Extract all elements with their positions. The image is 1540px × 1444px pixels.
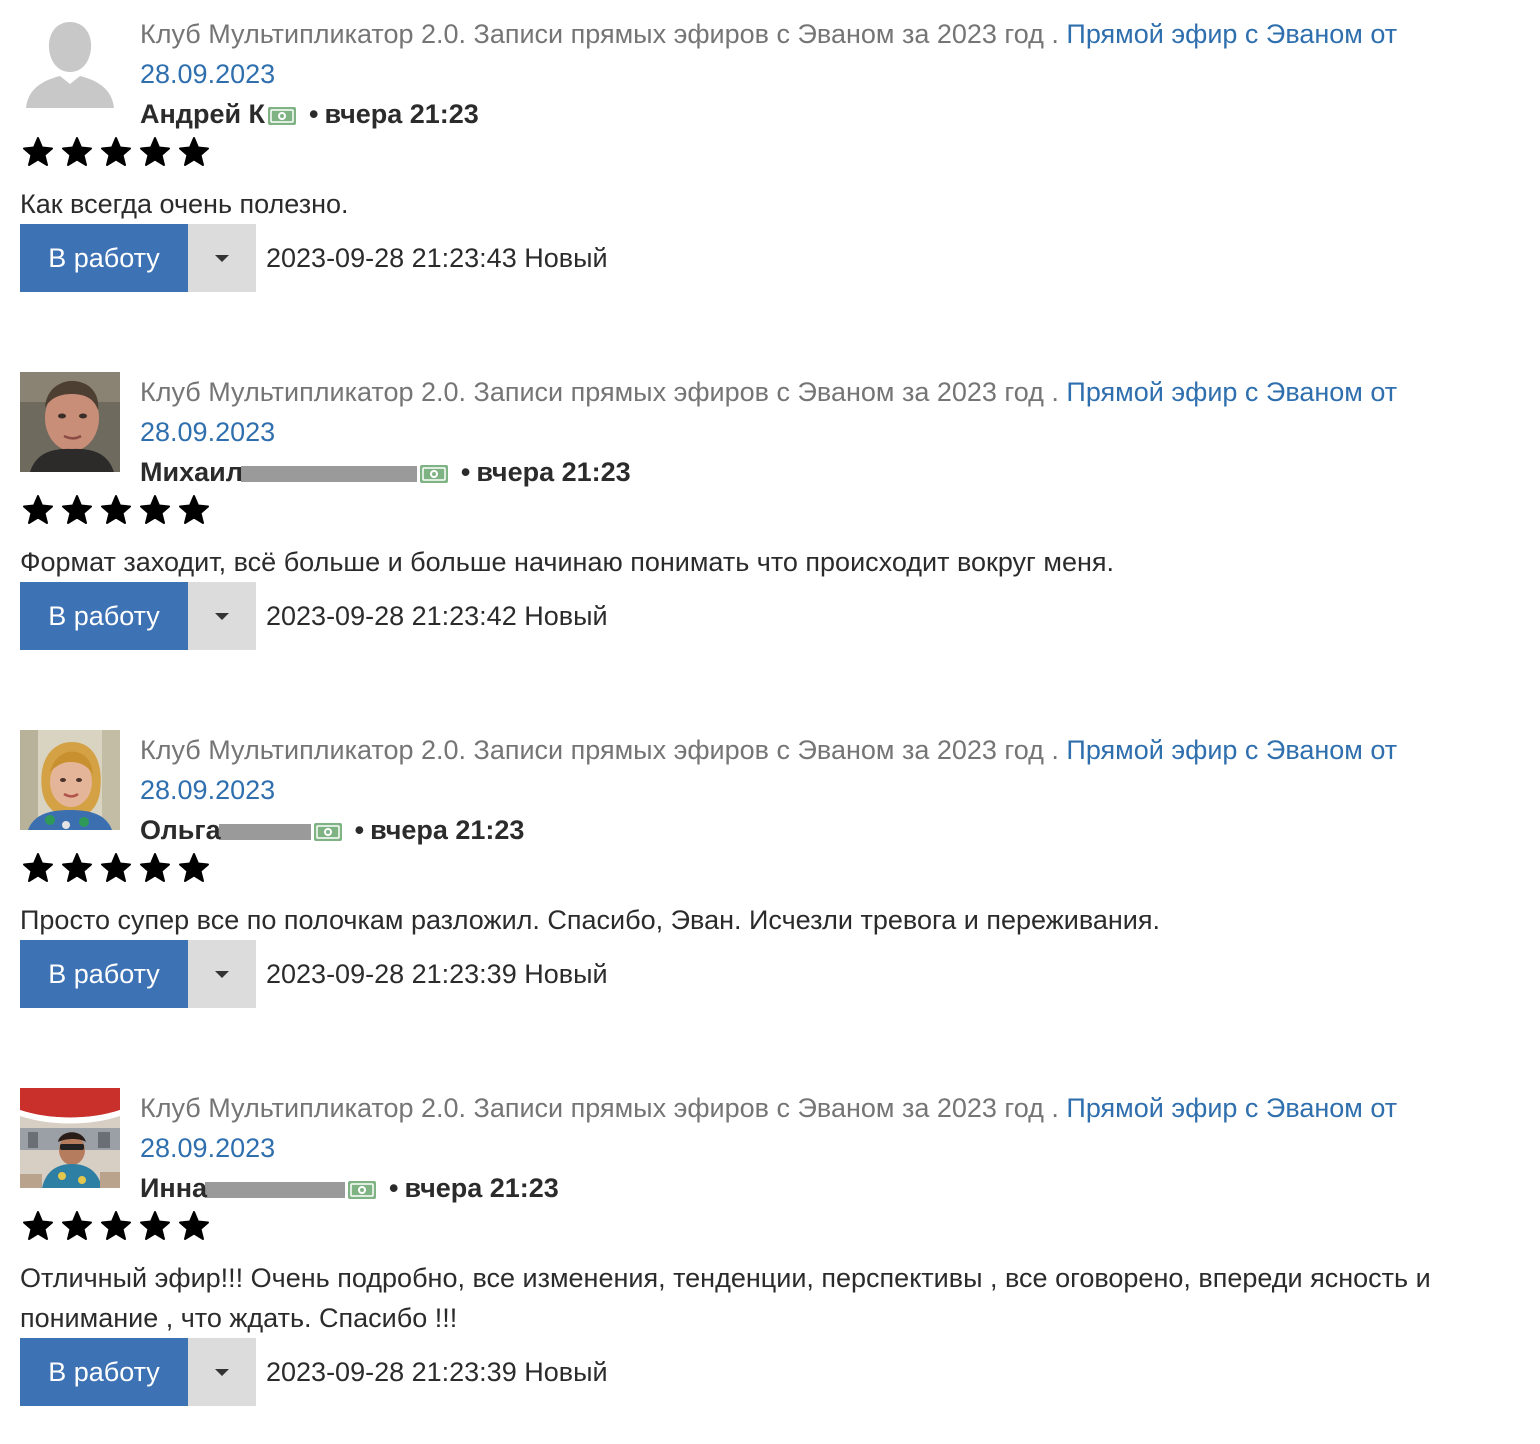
review-meta: Андрей К • вчера 21:23 bbox=[140, 94, 479, 134]
author-name[interactable]: Михаил bbox=[140, 457, 243, 487]
star-icon bbox=[140, 1211, 170, 1240]
rating-stars bbox=[20, 134, 212, 170]
status-badge: Новый bbox=[524, 600, 608, 631]
rating-stars bbox=[20, 492, 212, 528]
status-dropdown-button[interactable] bbox=[188, 582, 256, 650]
review-text: Как всегда очень полезно. bbox=[20, 189, 349, 219]
avatar[interactable] bbox=[20, 730, 120, 830]
status-dropdown-button[interactable] bbox=[188, 940, 256, 1008]
avatar[interactable] bbox=[20, 1088, 120, 1188]
star-icon bbox=[23, 137, 53, 166]
separator: . bbox=[1051, 1093, 1059, 1123]
separator: . bbox=[1051, 19, 1059, 49]
meta-bullet: • bbox=[389, 1173, 399, 1203]
separator: . bbox=[1051, 377, 1059, 407]
review-actions: В работу 2023-09-28 21:23:42 Новый bbox=[20, 582, 608, 650]
star-icon bbox=[23, 495, 53, 524]
user-photo-icon bbox=[20, 372, 120, 472]
meta-bullet: • bbox=[460, 457, 471, 487]
avatar[interactable] bbox=[20, 14, 120, 114]
caret-down-icon bbox=[215, 971, 229, 978]
review-text: Просто супер все по полочкам разложил. С… bbox=[20, 905, 1160, 935]
status-badge: Новый bbox=[524, 1356, 608, 1387]
status-badge: Новый bbox=[524, 958, 608, 989]
review-heading: Клуб Мультипликатор 2.0. Записи прямых э… bbox=[140, 730, 1500, 810]
review-meta: Михаил • вчера 21:23 bbox=[140, 452, 631, 492]
review-heading: Клуб Мультипликатор 2.0. Записи прямых э… bbox=[140, 14, 1500, 94]
course-title: Клуб Мультипликатор 2.0. Записи прямых э… bbox=[140, 1093, 1044, 1123]
separator: . bbox=[1051, 735, 1059, 765]
review-meta: Инна • вчера 21:23 bbox=[140, 1168, 559, 1208]
review-text: Формат заходит, всё больше и больше начи… bbox=[20, 547, 1115, 577]
money-icon bbox=[348, 1180, 377, 1199]
in-work-button[interactable]: В работу bbox=[20, 1338, 188, 1406]
money-icon bbox=[268, 106, 297, 125]
review-actions: В работу 2023-09-28 21:23:39 Новый bbox=[20, 1338, 608, 1406]
review-actions: В работу 2023-09-28 21:23:39 Новый bbox=[20, 940, 608, 1008]
star-icon bbox=[23, 1211, 53, 1240]
course-title: Клуб Мультипликатор 2.0. Записи прямых э… bbox=[140, 377, 1044, 407]
meta-bullet: • bbox=[309, 99, 319, 129]
review-datetime: 2023-09-28 21:23:39 bbox=[266, 958, 517, 989]
star-icon bbox=[140, 137, 170, 166]
caret-down-icon bbox=[215, 613, 229, 620]
caret-down-icon bbox=[215, 1369, 229, 1376]
in-work-button[interactable]: В работу bbox=[20, 940, 188, 1008]
in-work-button[interactable]: В работу bbox=[20, 582, 188, 650]
review-time: вчера 21:23 bbox=[476, 457, 631, 487]
review-heading: Клуб Мультипликатор 2.0. Записи прямых э… bbox=[140, 372, 1500, 452]
redaction-bar bbox=[218, 823, 311, 840]
author-name[interactable]: Инна bbox=[140, 1173, 207, 1203]
star-icon bbox=[140, 853, 170, 882]
review-heading: Клуб Мультипликатор 2.0. Записи прямых э… bbox=[140, 1088, 1500, 1168]
redaction-bar bbox=[240, 465, 417, 482]
star-icon bbox=[140, 495, 170, 524]
review-text: Отличный эфир!!! Очень подробно, все изм… bbox=[20, 1263, 1431, 1333]
status-line: 2023-09-28 21:23:39 Новый bbox=[266, 1357, 608, 1388]
star-icon bbox=[62, 1211, 92, 1240]
rating-stars bbox=[20, 850, 212, 886]
review-time: вчера 21:23 bbox=[370, 815, 525, 845]
star-icon bbox=[62, 495, 92, 524]
status-dropdown-button[interactable] bbox=[188, 1338, 256, 1406]
review-time: вчера 21:23 bbox=[404, 1173, 559, 1203]
review-datetime: 2023-09-28 21:23:42 bbox=[266, 600, 517, 631]
rating-stars bbox=[20, 1208, 212, 1244]
author-name[interactable]: Ольга bbox=[140, 815, 221, 845]
redaction-bar bbox=[205, 1181, 346, 1198]
meta-bullet: • bbox=[354, 815, 365, 845]
review-datetime: 2023-09-28 21:23:39 bbox=[266, 1356, 517, 1387]
star-icon bbox=[62, 137, 92, 166]
status-line: 2023-09-28 21:23:42 Новый bbox=[266, 601, 608, 632]
user-photo-icon bbox=[20, 730, 120, 830]
money-icon bbox=[419, 464, 448, 483]
star-icon bbox=[179, 137, 209, 166]
in-work-button[interactable]: В работу bbox=[20, 224, 188, 292]
avatar[interactable] bbox=[20, 372, 120, 472]
star-icon bbox=[101, 137, 131, 166]
status-dropdown-button[interactable] bbox=[188, 224, 256, 292]
status-line: 2023-09-28 21:23:39 Новый bbox=[266, 959, 608, 990]
star-icon bbox=[101, 1211, 131, 1240]
status-badge: Новый bbox=[524, 242, 608, 273]
star-icon bbox=[101, 853, 131, 882]
review-time: вчера 21:23 bbox=[324, 99, 479, 129]
star-icon bbox=[62, 853, 92, 882]
review-actions: В работу 2023-09-28 21:23:43 Новый bbox=[20, 224, 608, 292]
review-datetime: 2023-09-28 21:23:43 bbox=[266, 242, 517, 273]
status-line: 2023-09-28 21:23:43 Новый bbox=[266, 243, 608, 274]
star-icon bbox=[179, 1211, 209, 1240]
review-meta: Ольга • вчера 21:23 bbox=[140, 810, 524, 850]
star-icon bbox=[179, 495, 209, 524]
star-icon bbox=[179, 853, 209, 882]
course-title: Клуб Мультипликатор 2.0. Записи прямых э… bbox=[140, 735, 1044, 765]
caret-down-icon bbox=[215, 255, 229, 262]
author-name[interactable]: Андрей К bbox=[140, 99, 265, 129]
user-photo-icon bbox=[20, 1088, 120, 1188]
star-icon bbox=[101, 495, 131, 524]
user-silhouette-icon bbox=[20, 14, 120, 114]
money-icon bbox=[313, 822, 342, 841]
course-title: Клуб Мультипликатор 2.0. Записи прямых э… bbox=[140, 19, 1044, 49]
star-icon bbox=[23, 853, 53, 882]
